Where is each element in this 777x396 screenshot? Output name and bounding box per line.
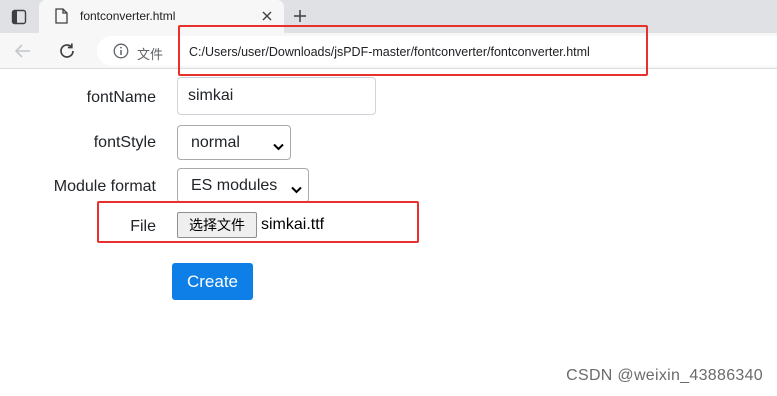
tab-title: fontconverter.html [80,9,176,23]
module-format-selected: ES modules [191,176,278,194]
info-icon[interactable] [113,43,129,64]
font-style-select[interactable]: normal [177,125,291,160]
page: fontconverter.html 文件 C:/Users/user/Down… [0,0,777,396]
watermark: CSDN @weixin_43886340 [566,367,763,384]
file-highlight-box [97,201,419,243]
reload-icon[interactable] [56,40,78,62]
create-button[interactable]: Create [172,263,253,300]
plus-icon[interactable] [289,5,311,27]
module-format-select[interactable]: ES modules [177,168,309,203]
font-name-input[interactable] [177,77,376,115]
module-format-label: Module format [53,178,156,195]
url-highlight-box [178,25,648,76]
chevron-down-icon [291,181,302,199]
chevron-down-icon [273,138,284,156]
page-icon [55,8,68,29]
arrow-left-icon[interactable] [12,40,34,62]
font-name-label: fontName [86,89,156,106]
font-style-label: fontStyle [93,134,156,151]
tab-actions-icon[interactable] [8,6,30,28]
site-label: 文件 [137,47,164,62]
font-style-selected: normal [191,133,240,151]
close-icon[interactable] [258,7,276,25]
